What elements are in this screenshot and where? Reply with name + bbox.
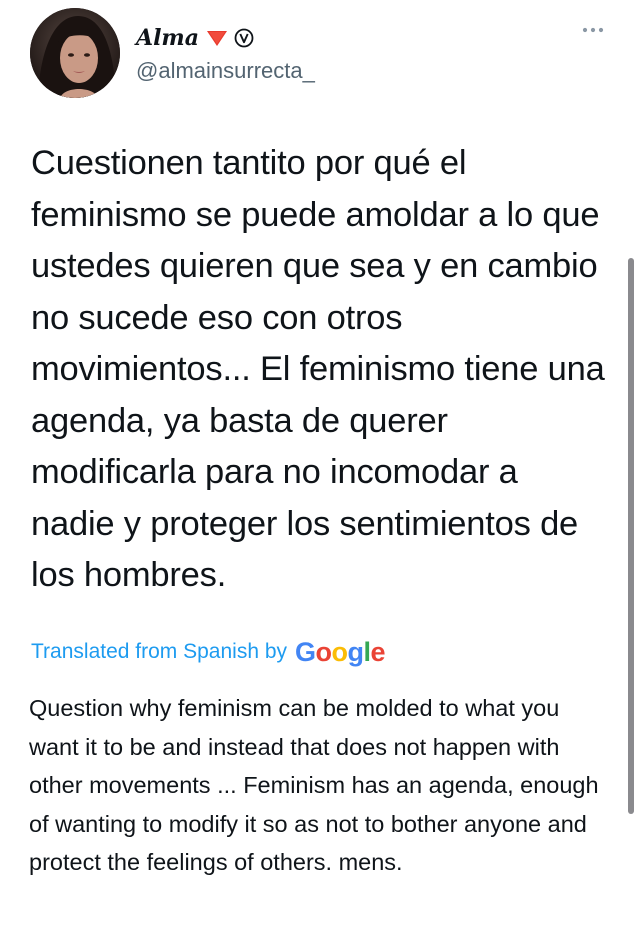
display-name[interactable]: Alma xyxy=(136,25,199,51)
verified-badge-icon xyxy=(234,28,254,48)
translation-attribution: Translated from Spanish by Google xyxy=(31,632,386,672)
scrollbar[interactable] xyxy=(628,258,634,814)
name-row: Alma xyxy=(136,24,254,52)
tweet-header: Alma @almainsurrecta_ xyxy=(30,8,610,100)
google-logo-letter: g xyxy=(347,636,365,667)
google-logo: Google xyxy=(295,636,386,668)
google-logo-letter: o xyxy=(315,636,333,667)
translated-text: Question why feminism can be molded to w… xyxy=(29,695,599,876)
google-logo-letter: o xyxy=(331,636,349,667)
google-logo-letter: e xyxy=(370,636,386,667)
red-triangle-down-icon xyxy=(206,31,227,46)
tweet-text: Cuestionen tantito por qué el feminismo … xyxy=(31,144,605,594)
google-logo-letter: l xyxy=(363,636,372,667)
google-logo-letter: G xyxy=(295,636,316,667)
user-handle[interactable]: @almainsurrecta_ xyxy=(136,58,315,84)
ellipsis-icon[interactable] xyxy=(580,22,606,38)
avatar[interactable] xyxy=(30,8,120,98)
translated-from-link[interactable]: Translated from Spanish by xyxy=(31,640,287,664)
